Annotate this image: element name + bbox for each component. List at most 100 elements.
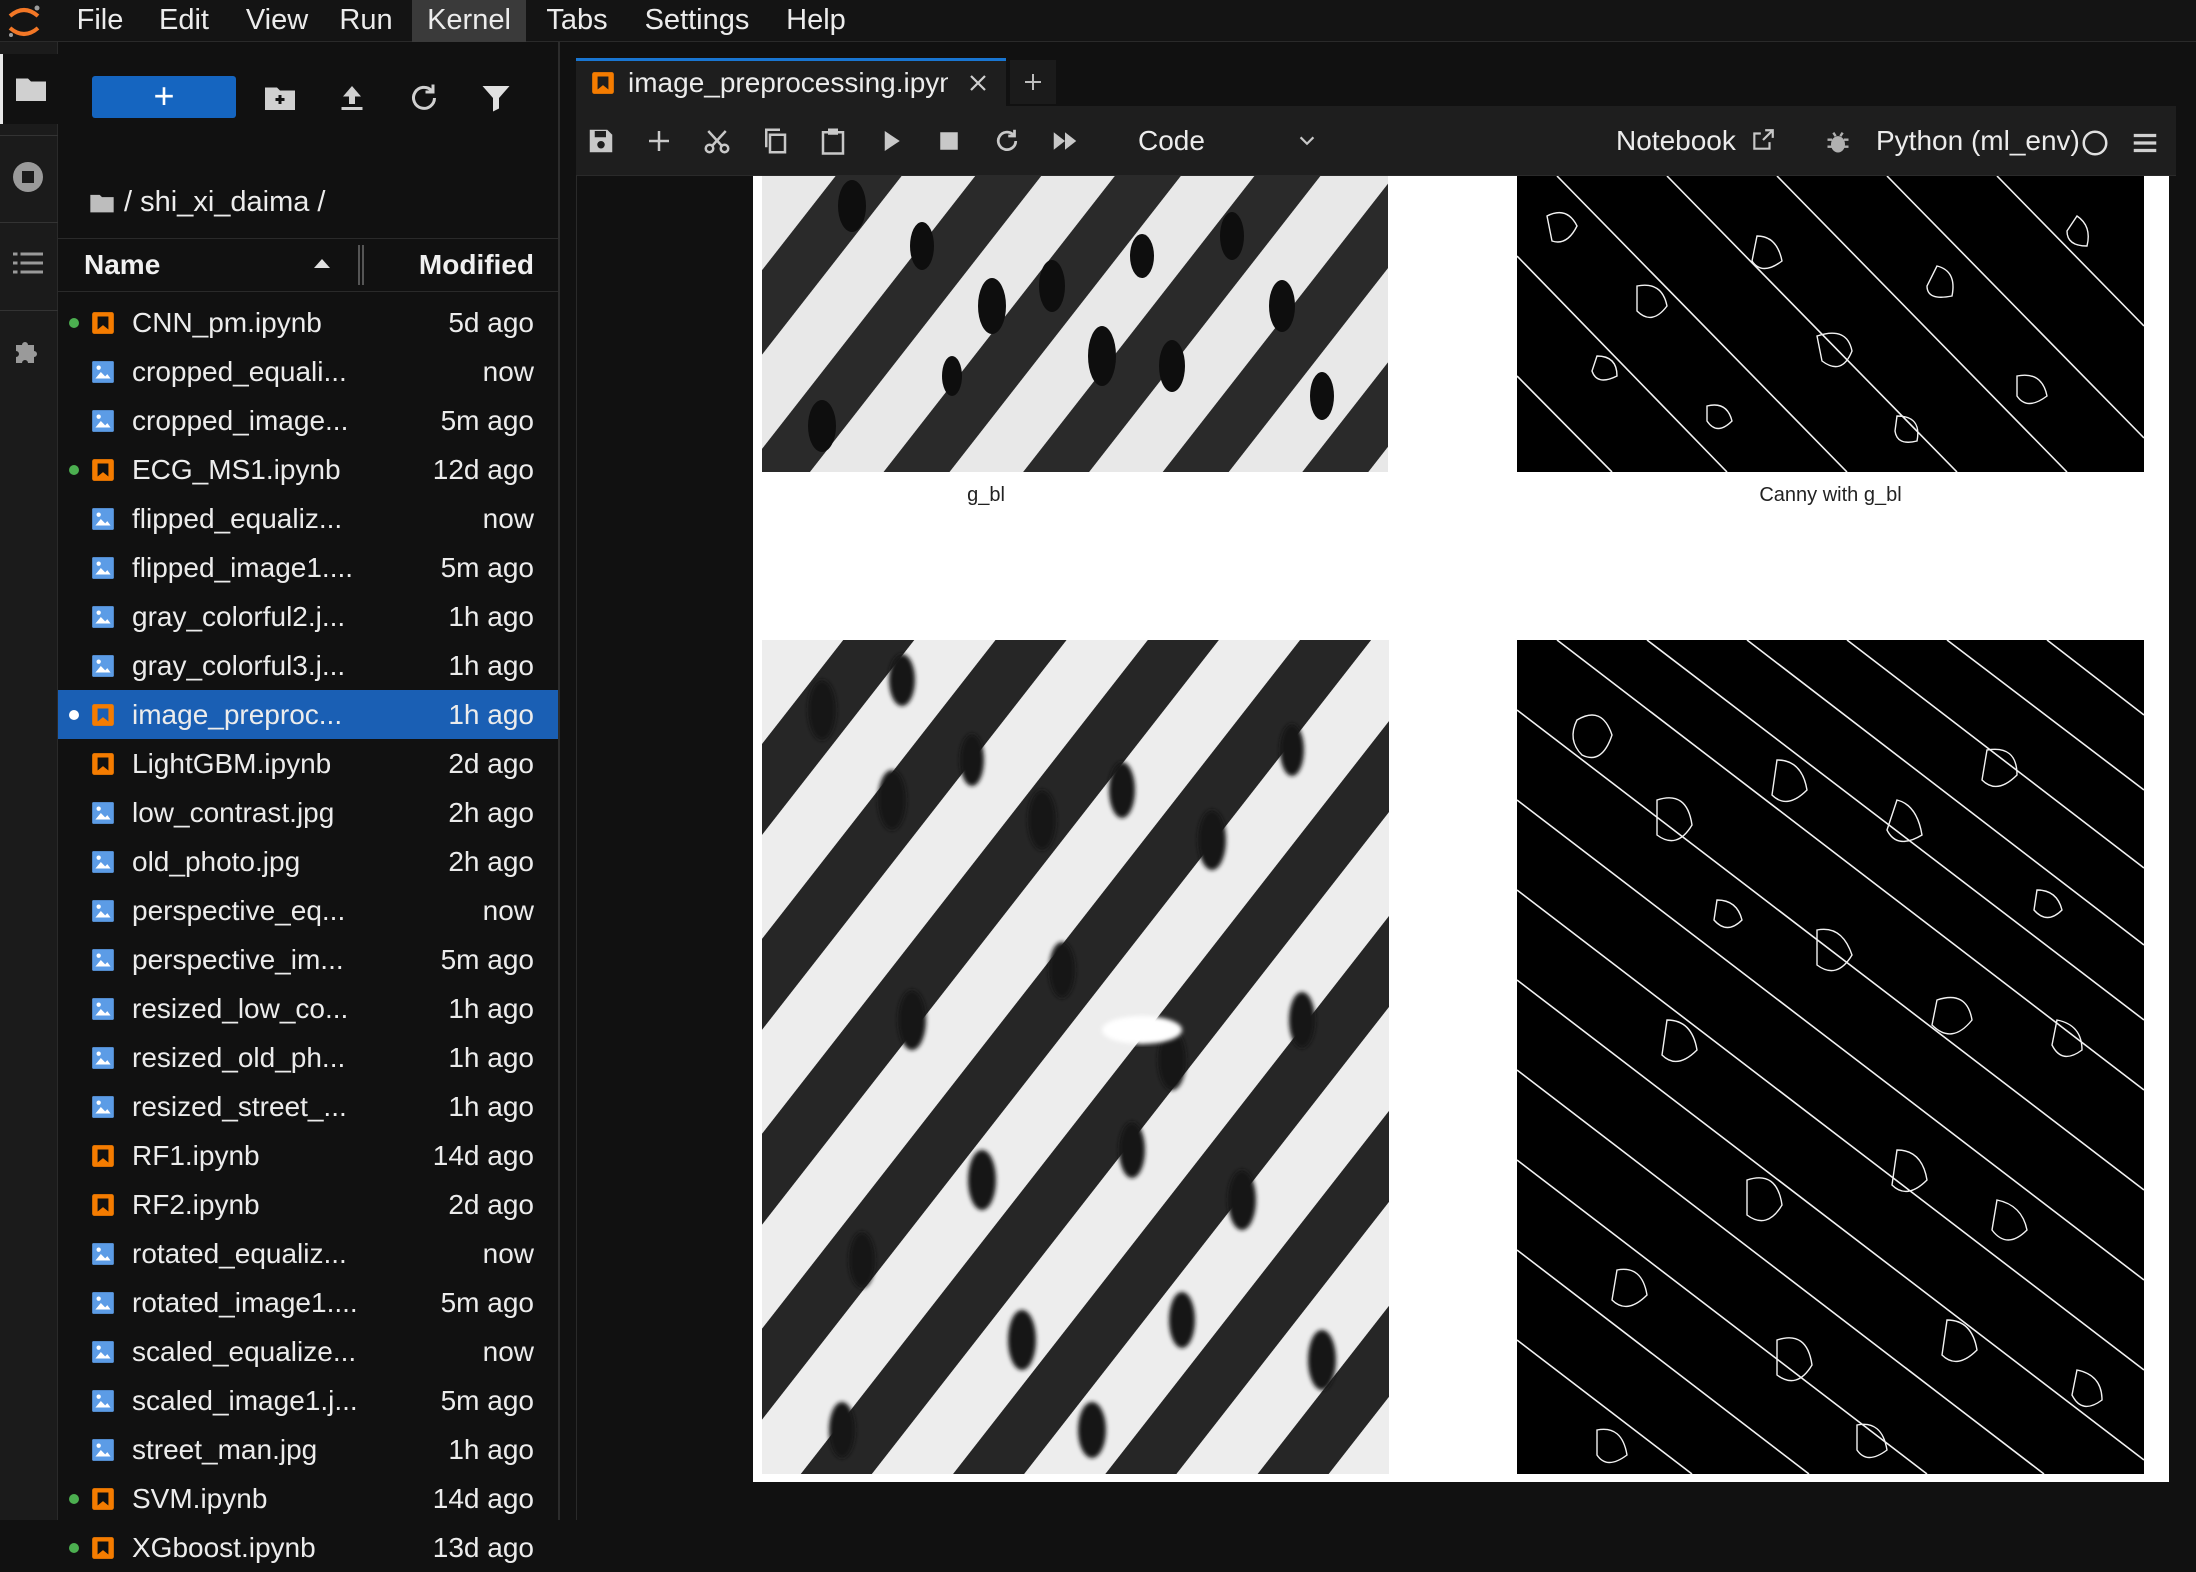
file-modified: 1h ago — [448, 650, 534, 681]
table-of-contents-tab[interactable] — [0, 228, 58, 298]
file-modified: now — [482, 1238, 534, 1269]
menu-file[interactable]: File — [62, 0, 138, 42]
menu-edit[interactable]: Edit — [144, 0, 224, 42]
file-browser-tab[interactable] — [0, 54, 58, 124]
subplot-title-left: g_bl — [967, 484, 1005, 506]
breadcrumb-path[interactable]: / shi_xi_daima / — [124, 186, 326, 218]
menu-tabs[interactable]: Tabs — [534, 0, 620, 42]
file-row[interactable]: LightGBM.ipynb 2d ago — [58, 739, 558, 788]
kernel-name[interactable]: Python (ml_env) — [1876, 106, 2080, 176]
filter-icon[interactable] — [478, 80, 514, 116]
file-modified: 1h ago — [448, 601, 534, 632]
add-cell-icon[interactable] — [644, 126, 674, 156]
fast-forward-icon[interactable] — [1050, 126, 1080, 156]
column-resize-handle[interactable] — [358, 245, 364, 285]
image-file-icon — [92, 361, 114, 383]
file-row[interactable]: scaled_equalize... now — [58, 1327, 558, 1376]
run-icon[interactable] — [876, 126, 906, 156]
restart-icon[interactable] — [992, 126, 1022, 156]
file-name: street_man.jpg — [132, 1434, 318, 1465]
stop-icon[interactable] — [934, 126, 964, 156]
file-name: gray_colorful3.j... — [132, 650, 346, 681]
notebook-icon — [92, 1145, 114, 1167]
file-row[interactable]: resized_low_co... 1h ago — [58, 984, 558, 1033]
paste-icon[interactable] — [818, 126, 848, 156]
running-indicator-icon — [69, 318, 79, 328]
image-file-icon — [92, 998, 114, 1020]
extension-manager-tab[interactable] — [0, 316, 58, 386]
save-icon[interactable] — [586, 126, 616, 156]
file-row[interactable]: gray_colorful2.j... 1h ago — [58, 592, 558, 641]
menu-run[interactable]: Run — [326, 0, 406, 42]
debugger-icon[interactable] — [1824, 128, 1852, 156]
file-row[interactable]: gray_colorful3.j... 1h ago — [58, 641, 558, 690]
file-row[interactable]: street_man.jpg 1h ago — [58, 1425, 558, 1474]
notebook-icon — [92, 753, 114, 775]
file-row[interactable]: resized_old_ph... 1h ago — [58, 1033, 558, 1082]
file-row[interactable]: RF1.ipynb 14d ago — [58, 1131, 558, 1180]
cell-type-select[interactable]: Code — [1138, 106, 1205, 176]
copy-icon[interactable] — [760, 126, 790, 156]
file-modified: 2h ago — [448, 846, 534, 877]
new-launcher-button[interactable]: + — [92, 76, 236, 118]
file-name: scaled_equalize... — [132, 1336, 357, 1367]
file-list-header: Name Modified — [58, 238, 558, 292]
menu-view[interactable]: View — [232, 0, 322, 42]
file-name: rotated_image1.... — [132, 1287, 358, 1318]
menu-icon[interactable] — [2130, 128, 2160, 158]
file-modified: now — [482, 895, 534, 926]
menu-help[interactable]: Help — [774, 0, 858, 42]
file-row[interactable]: low_contrast.jpg 2h ago — [58, 788, 558, 837]
file-name: low_contrast.jpg — [132, 797, 335, 828]
chevron-down-icon[interactable] — [1296, 130, 1318, 152]
file-row[interactable]: old_photo.jpg 2h ago — [58, 837, 558, 886]
file-row[interactable]: CNN_pm.ipynb 5d ago — [58, 298, 558, 347]
notebook-body: g_bl Canny with g_bl — [576, 176, 2177, 1520]
file-row[interactable]: perspective_im... 5m ago — [58, 935, 558, 984]
folder-icon — [16, 78, 46, 101]
file-name: perspective_eq... — [132, 895, 346, 926]
file-row[interactable]: ECG_MS1.ipynb 12d ago — [58, 445, 558, 494]
file-name: flipped_equaliz... — [132, 503, 343, 534]
menu-kernel[interactable]: Kernel — [412, 0, 526, 42]
running-sessions-tab[interactable] — [0, 142, 58, 212]
notebook-icon — [92, 312, 114, 334]
refresh-icon[interactable] — [406, 80, 442, 116]
column-header-name[interactable]: Name — [84, 239, 160, 291]
file-row[interactable]: flipped_image1.... 5m ago — [58, 543, 558, 592]
cut-icon[interactable] — [702, 126, 732, 156]
file-modified: 12d ago — [432, 454, 534, 485]
file-row[interactable]: XGboost.ipynb 13d ago — [58, 1523, 558, 1572]
file-name: resized_old_ph... — [132, 1042, 346, 1073]
image-file-icon — [92, 1439, 114, 1461]
file-row[interactable]: resized_street_... 1h ago — [58, 1082, 558, 1131]
file-name: perspective_im... — [132, 944, 344, 975]
file-name: RF1.ipynb — [132, 1140, 260, 1171]
file-row[interactable]: RF2.ipynb 2d ago — [58, 1180, 558, 1229]
canny-image-top-right — [1517, 176, 2144, 472]
file-row[interactable]: SVM.ipynb 14d ago — [58, 1474, 558, 1523]
folder-icon[interactable] — [88, 189, 116, 217]
file-row[interactable]: cropped_equali... now — [58, 347, 558, 396]
file-modified: 1h ago — [448, 1434, 534, 1465]
new-tab-button[interactable] — [1010, 60, 1056, 104]
file-modified: now — [482, 503, 534, 534]
file-row[interactable]: rotated_image1.... 5m ago — [58, 1278, 558, 1327]
file-name: old_photo.jpg — [132, 846, 301, 877]
file-row[interactable]: rotated_equaliz... now — [58, 1229, 558, 1278]
notebook-icon — [92, 1488, 114, 1510]
close-icon[interactable] — [966, 71, 990, 95]
crosswalk-image-top-left — [762, 176, 1388, 472]
file-row[interactable]: cropped_image... 5m ago — [58, 396, 558, 445]
open-in-notebook-button[interactable]: Notebook — [1616, 106, 1776, 176]
menu-settings[interactable]: Settings — [632, 0, 762, 42]
file-row[interactable]: image_preproc... 1h ago — [58, 690, 558, 739]
tab-image-preprocessing[interactable]: image_preprocessing.ipynb — [576, 58, 1006, 106]
file-row[interactable]: flipped_equaliz... now — [58, 494, 558, 543]
running-icon — [13, 162, 43, 192]
file-row[interactable]: scaled_image1.j... 5m ago — [58, 1376, 558, 1425]
upload-icon[interactable] — [334, 80, 370, 116]
new-folder-icon[interactable] — [262, 80, 298, 116]
column-header-modified[interactable]: Modified — [419, 239, 534, 291]
file-row[interactable]: perspective_eq... now — [58, 886, 558, 935]
